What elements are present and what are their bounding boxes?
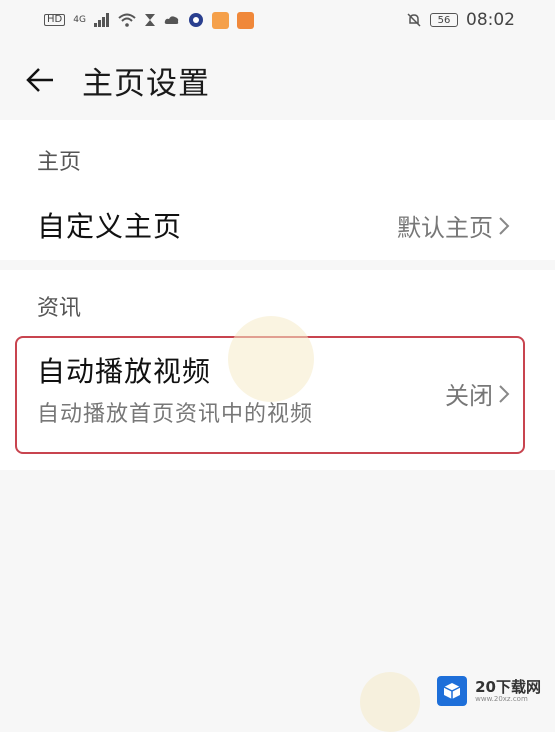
status-left: HD 4G: [44, 11, 254, 29]
wifi-icon: [118, 13, 136, 27]
clock: 08:02: [466, 10, 515, 30]
watermark-brand: 20下载网: [475, 677, 541, 696]
app-header: 主页设置: [0, 40, 555, 120]
row-custom-homepage[interactable]: 自定义主页 默认主页: [0, 190, 555, 260]
section-label-homepage: 主页: [37, 150, 82, 175]
arrow-left-icon: [26, 68, 53, 92]
back-button[interactable]: [20, 60, 60, 100]
page-title: 主页设置: [82, 65, 210, 102]
watermark-site: www.20xz.com: [475, 695, 528, 704]
cloud-icon: [164, 16, 179, 24]
app-circle-icon: [188, 13, 203, 27]
chevron-right-icon: [499, 216, 510, 235]
mascot-watermark: [228, 316, 314, 402]
hd-icon: HD: [44, 14, 66, 26]
battery-icon: 56: [430, 13, 458, 27]
cube-logo-icon: [437, 676, 468, 706]
mascot-watermark: [360, 672, 420, 732]
mute-bell-icon: [407, 13, 421, 27]
hourglass-icon: [144, 14, 155, 26]
row-value-custom-homepage: 默认主页: [397, 208, 511, 243]
app-orange-icon: [211, 11, 229, 29]
site-watermark: 20下载网 www.20xz.com: [437, 676, 541, 706]
status-right: 56 08:02: [406, 10, 515, 30]
current-homepage-value: 默认主页: [397, 214, 493, 242]
section-homepage: 主页 自定义主页 默认主页: [0, 120, 555, 260]
section-label-news: 资讯: [37, 296, 82, 321]
row-title-custom-homepage: 自定义主页: [37, 210, 183, 243]
signal-icon: [93, 13, 109, 27]
app-orange-box-icon: [236, 11, 254, 29]
network-type-label: 4G: [73, 14, 86, 25]
status-bar: HD 4G 56 08:02: [0, 0, 555, 40]
